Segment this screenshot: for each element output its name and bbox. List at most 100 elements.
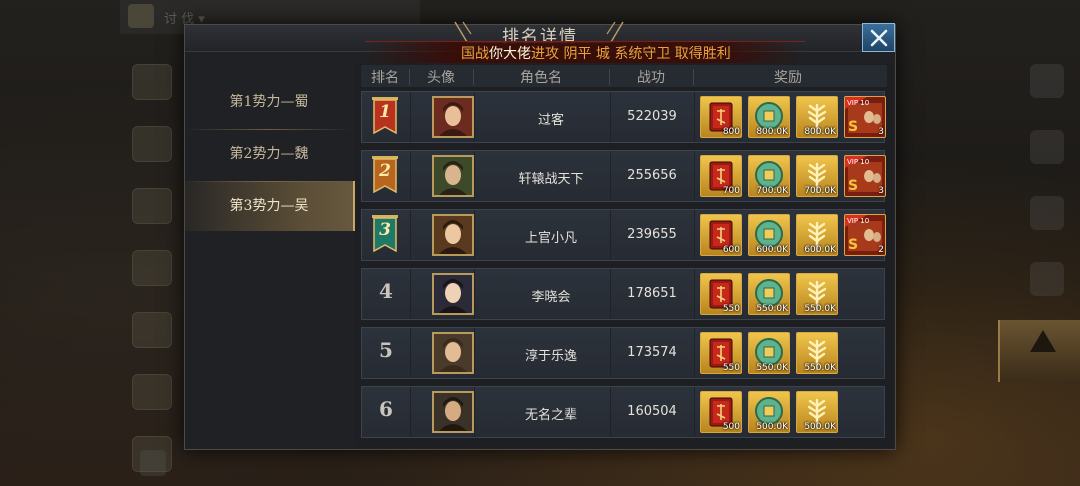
background-menu-icon [1030,130,1064,164]
reward-quantity: 600.0K [804,245,836,255]
tab-label: 第3势力—吴 [229,198,309,214]
rank-number: 6 [379,397,393,421]
rank-number: 4 [379,279,393,303]
table-row: 3 上官小凡 239655 600 600.0K 600.0K VIP 10 S 2 [361,209,886,261]
table-header: 排名 头像 角色名 战功 奖励 [361,65,887,87]
table-row: 1 过客 522039 800 800.0K 800.0K VIP 10 S 3 [361,91,886,143]
svg-text:S: S [848,119,858,135]
reward-item[interactable]: 550.0K [748,273,790,315]
reward-item[interactable]: 700.0K [748,155,790,197]
cell-divider [610,92,611,142]
reward-item[interactable]: 600.0K [748,214,790,256]
reward-item[interactable]: VIP 10 S 3 [844,96,886,138]
cell-divider [410,387,411,437]
background-slot-icon [132,312,172,348]
player-power: 255656 [627,168,677,183]
reward-item[interactable]: 550.0K [796,332,838,374]
tab-label: 第2势力—魏 [229,146,309,162]
rank-number: 5 [379,338,393,362]
reward-item[interactable]: 550.0K [796,273,838,315]
cell-divider [610,210,611,260]
reward-item[interactable]: 550 [700,273,742,315]
reward-item[interactable]: 800 [700,96,742,138]
background-bottom-item [140,448,270,478]
reward-quantity: 3 [878,127,884,137]
reward-item[interactable]: 600.0K [796,214,838,256]
reward-item[interactable]: VIP 10 S 3 [844,155,886,197]
reward-quantity: 550 [722,304,740,314]
close-button[interactable] [862,23,895,52]
svg-text:VIP 10: VIP 10 [847,158,869,166]
player-avatar[interactable] [432,332,474,374]
player-name: 过客 [537,113,564,128]
player-avatar[interactable] [432,273,474,315]
player-power: 522039 [627,109,677,124]
player-name: 上官小凡 [524,231,577,246]
rank-number: 3 [379,220,391,240]
tab-faction-wu[interactable]: 第3势力—吴 [185,181,355,231]
reward-item[interactable]: 800.0K [796,96,838,138]
reward-item[interactable]: 500.0K [796,391,838,433]
announcement-prefix: 国战 [461,46,489,62]
portrait-icon [434,157,472,195]
cell-divider [610,328,611,378]
cell-divider [410,328,411,378]
cell-divider [610,151,611,201]
header-power: 战功 [637,70,665,86]
announcement-player-name: 你大佬 [489,46,531,62]
reward-quantity: 600 [722,245,740,255]
background-item-icon [140,450,166,476]
reward-quantity: 550.0K [804,304,836,314]
player-avatar[interactable] [432,214,474,256]
reward-quantity: 600.0K [756,245,788,255]
portrait-icon [434,216,472,254]
reward-item[interactable]: 500.0K [748,391,790,433]
tab-label: 第1势力—蜀 [229,94,309,110]
player-avatar[interactable] [432,391,474,433]
player-name: 李晓会 [531,290,571,305]
rank-number: 2 [379,161,391,181]
reward-quantity: 700.0K [804,186,836,196]
reward-item[interactable]: 700 [700,155,742,197]
player-avatar[interactable] [432,155,474,197]
reward-quantity: 550.0K [756,304,788,314]
reward-item[interactable]: VIP 10 S 2 [844,214,886,256]
cell-divider [694,328,695,378]
announcement-suffix: 进攻 阴平 城 系统守卫 取得胜利 [531,46,731,62]
cell-divider [610,387,611,437]
reward-quantity: 550.0K [804,363,836,373]
cell-divider [474,151,475,201]
reward-item[interactable]: 550.0K [748,332,790,374]
player-power: 178651 [627,286,677,301]
table-row: 5 淳于乐逸 173574 550 550.0K 550.0K [361,327,885,379]
cell-divider [694,387,695,437]
svg-text:VIP 10: VIP 10 [847,99,869,107]
reward-quantity: 700 [722,186,740,196]
reward-item[interactable]: 500 [700,391,742,433]
background-menu-icon [1030,262,1064,296]
player-power: 239655 [627,227,677,242]
header-rank: 排名 [371,70,399,86]
reward-item[interactable]: 600 [700,214,742,256]
tab-faction-shu[interactable]: 第1势力—蜀 [185,77,353,127]
header-reward: 奖励 [774,70,802,86]
player-avatar[interactable] [432,96,474,138]
reward-quantity: 500 [722,422,740,432]
table-row: 2 轩辕战天下 255656 700 700.0K 700.0K VIP 10 S 3 [361,150,886,202]
cell-divider [694,269,695,319]
cell-divider [410,210,411,260]
header-name: 角色名 [520,70,562,86]
reward-quantity: 550.0K [756,363,788,373]
svg-text:S: S [848,178,858,194]
background-slot-icon [132,250,172,286]
rank-number: 1 [379,102,391,122]
reward-item[interactable]: 800.0K [748,96,790,138]
ranking-details-dialog: 排名详情 国战你大佬进攻 阴平 城 系统守卫 取得胜利 第1势力—蜀 第2势力—… [184,21,896,450]
reward-quantity: 800 [722,127,740,137]
tab-faction-wei[interactable]: 第2势力—魏 [185,129,353,179]
portrait-icon [434,275,472,313]
cell-divider [474,387,475,437]
reward-item[interactable]: 550 [700,332,742,374]
reward-item[interactable]: 700.0K [796,155,838,197]
player-power: 160504 [627,404,677,419]
